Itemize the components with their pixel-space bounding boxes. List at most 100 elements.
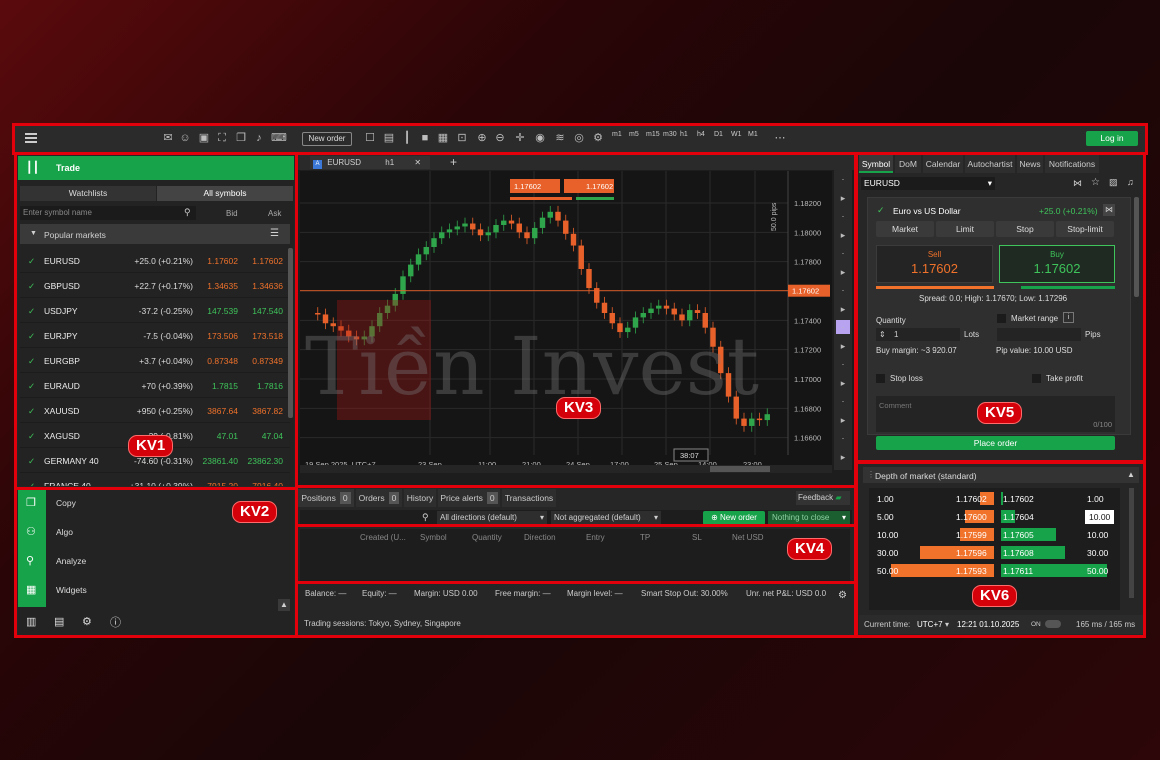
- dom-ask-price[interactable]: 1.17611: [1003, 564, 1033, 578]
- cursor-tool-icon[interactable]: ·: [836, 172, 850, 186]
- menu-widgets[interactable]: Widgets: [56, 585, 87, 595]
- new-order-button-2[interactable]: ⊕ New order: [703, 511, 765, 525]
- tab-positions[interactable]: Positions 0: [298, 489, 354, 507]
- symbol-row[interactable]: ✓ XAUUSD +950 (+0.25%) 3867.64 3867.82: [20, 398, 290, 423]
- tab-dom[interactable]: DoM: [895, 155, 921, 173]
- dom-bid-volume[interactable]: 5.00: [877, 510, 894, 524]
- order-type-stop-limit[interactable]: Stop-limit: [1056, 221, 1114, 237]
- settings-chart-icon[interactable]: ⚙: [592, 132, 604, 144]
- buy-button[interactable]: Buy 1.17602: [999, 245, 1115, 283]
- tab-autochartist[interactable]: Autochartist: [965, 155, 1015, 173]
- aggregation-select[interactable]: Not aggregated (default) ▾: [551, 511, 661, 524]
- symbol-row[interactable]: ✓ GBPUSD +22.7 (+0.17%) 1.34635 1.34636: [20, 273, 290, 298]
- dom-ask-price[interactable]: 1.17608: [1003, 546, 1034, 560]
- share-icon[interactable]: ⋈: [1073, 178, 1082, 189]
- gear-icon[interactable]: ⚙: [838, 590, 847, 601]
- stop-loss-checkbox[interactable]: [876, 374, 885, 383]
- layout-icon[interactable]: ▤: [383, 132, 395, 144]
- dom-bid-volume[interactable]: 10.00: [877, 528, 898, 542]
- timeframe-h1[interactable]: h1: [680, 131, 688, 138]
- feedback-button[interactable]: Feedback ▰: [796, 491, 850, 505]
- drag-handle-icon[interactable]: ⋮: [867, 470, 875, 479]
- help-icon[interactable]: ⓘ: [110, 614, 121, 630]
- expand-icon[interactable]: ▲: [1127, 470, 1135, 479]
- market-range-checkbox[interactable]: [997, 314, 1006, 323]
- timeframe-m15[interactable]: m15: [646, 131, 660, 138]
- dom-ask-volume[interactable]: 10.00: [1085, 510, 1115, 524]
- take-profit-checkbox[interactable]: [1032, 374, 1041, 383]
- ray-tool-icon[interactable]: ▸: [836, 265, 850, 279]
- tab-news[interactable]: News: [1017, 155, 1043, 173]
- order-type-limit[interactable]: Limit: [936, 221, 994, 237]
- more-icon[interactable]: ⋯: [774, 132, 786, 144]
- column-header[interactable]: Net USD: [732, 533, 764, 542]
- dom-bid-price[interactable]: 1.17596: [956, 546, 987, 560]
- hamburger-menu-icon[interactable]: [25, 133, 37, 143]
- column-header[interactable]: Created (U...: [360, 533, 406, 542]
- direction-select[interactable]: All directions (default) ▾: [437, 511, 547, 524]
- order-type-market[interactable]: Market: [876, 221, 934, 237]
- zoom-out-icon[interactable]: ⊖: [494, 132, 506, 144]
- dom-ask-volume[interactable]: 1.00: [1087, 492, 1104, 506]
- keyboard-icon[interactable]: ⌨: [271, 132, 287, 144]
- timeframe-D1[interactable]: D1: [714, 131, 723, 138]
- window-icon[interactable]: ❐: [235, 132, 247, 144]
- column-header[interactable]: Symbol: [420, 533, 447, 542]
- fullscreen-icon[interactable]: ⛶: [216, 132, 228, 144]
- timeframe-m5[interactable]: m5: [629, 131, 639, 138]
- rect-tool-icon[interactable]: ▸: [836, 339, 850, 353]
- symbol-row[interactable]: ✓ EURUSD +25.0 (+0.21%) 1.17602 1.17602: [20, 248, 290, 273]
- dom-bid-price[interactable]: 1.17599: [956, 528, 987, 542]
- dom-bid-price[interactable]: 1.17602: [956, 492, 987, 506]
- store-icon[interactable]: ▥: [26, 615, 36, 628]
- search-icon[interactable]: ⚲: [184, 207, 191, 218]
- tab-transactions[interactable]: Transactions: [502, 489, 556, 507]
- hline-tool-icon[interactable]: ▸: [836, 228, 850, 242]
- tab-symbol[interactable]: Symbol: [859, 155, 893, 173]
- place-order-button[interactable]: Place order: [876, 436, 1115, 450]
- menu-analyze[interactable]: Analyze: [56, 556, 86, 566]
- column-header[interactable]: TP: [640, 533, 650, 542]
- tab-price-alerts[interactable]: Price alerts 0: [438, 489, 500, 507]
- quantity-stepper[interactable]: ⇕ 1: [876, 328, 960, 341]
- column-header[interactable]: SL: [692, 533, 702, 542]
- crosshair-icon[interactable]: ✛: [514, 132, 526, 144]
- symbol-search-input[interactable]: Enter symbol name: [20, 206, 196, 220]
- menu-algo[interactable]: Algo: [56, 527, 73, 537]
- indicator-icon[interactable]: ⊡: [456, 132, 468, 144]
- tab-history[interactable]: History: [404, 489, 436, 507]
- scrollbar[interactable]: [1129, 488, 1134, 598]
- tab-watchlists[interactable]: Watchlists: [20, 186, 156, 201]
- dom-ask-volume[interactable]: 10.00: [1087, 528, 1108, 542]
- mail-icon[interactable]: ✉: [162, 132, 174, 144]
- add-tab-icon[interactable]: +: [450, 155, 457, 169]
- wallet-icon[interactable]: ▤: [54, 615, 64, 628]
- symbol-row[interactable]: ✓ EURGBP +3.7 (+0.04%) 0.87348 0.87349: [20, 348, 290, 373]
- timezone-select[interactable]: UTC+7: [917, 620, 943, 629]
- zoom-in-icon[interactable]: ⊕: [476, 132, 488, 144]
- dom-bid-volume[interactable]: 1.00: [877, 492, 894, 506]
- grid-icon[interactable]: ▦: [437, 132, 449, 144]
- bell-icon[interactable]: ♫: [1127, 177, 1134, 187]
- star-icon[interactable]: ☆: [1091, 177, 1100, 188]
- symbol-row[interactable]: ✓ FRANCE 40 +31.10 (+0.39%) 7915.20 7916.40: [20, 473, 290, 486]
- column-header[interactable]: Quantity: [472, 533, 502, 542]
- toggle-switch[interactable]: [1045, 620, 1061, 628]
- scrollbar[interactable]: [288, 248, 293, 418]
- dom-bid-volume[interactable]: 50.00: [877, 564, 898, 578]
- people-icon[interactable]: ☺: [179, 132, 191, 144]
- square-icon[interactable]: ■: [419, 132, 431, 144]
- layers-icon[interactable]: ≋: [554, 132, 566, 144]
- symbol-select[interactable]: EURUSD ▾: [861, 177, 995, 190]
- channel-tool-icon[interactable]: ·: [836, 283, 850, 297]
- collapse-menu-icon[interactable]: ▲: [278, 599, 290, 611]
- nothing-to-close-button[interactable]: Nothing to close ▾: [768, 511, 850, 525]
- fib-tool-icon[interactable]: ▸: [836, 302, 850, 316]
- close-icon[interactable]: ✕: [414, 158, 421, 167]
- dom-ask-price[interactable]: 1.17604: [1003, 510, 1034, 524]
- list-view-icon[interactable]: ☰: [270, 228, 279, 239]
- candles-icon[interactable]: ┃: [401, 132, 413, 144]
- timeframe-m30[interactable]: m30: [663, 131, 677, 138]
- new-order-button[interactable]: New order: [302, 132, 352, 146]
- tab-notifications[interactable]: Notifications: [1045, 155, 1099, 173]
